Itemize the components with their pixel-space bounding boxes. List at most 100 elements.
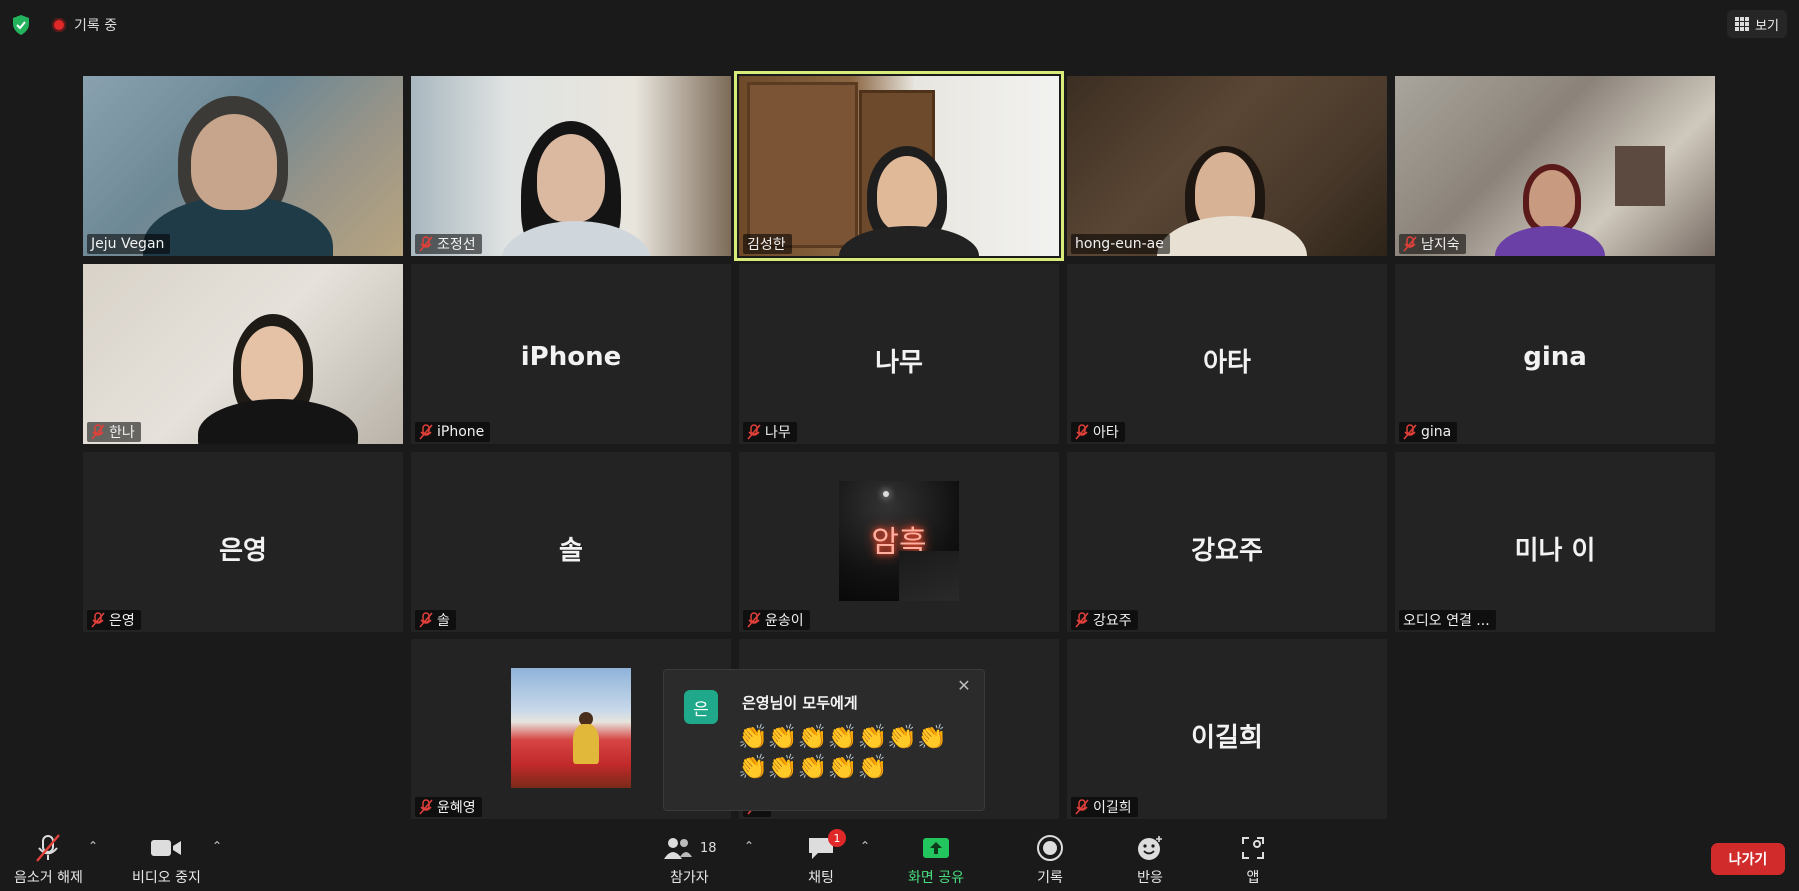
- mic-muted-icon: [747, 424, 761, 440]
- participant-name-tag: 조정선: [415, 234, 482, 254]
- record-button[interactable]: 기록: [1036, 833, 1064, 887]
- chat-message: 👏👏👏👏👏👏👏👏👏👏👏👏: [738, 723, 948, 781]
- record-label: 기록: [1037, 870, 1063, 886]
- participant-name-tag: iPhone: [415, 422, 491, 442]
- video-tile[interactable]: Jeju Vegan: [83, 76, 403, 256]
- participant-tile[interactable]: gina gina: [1395, 264, 1715, 444]
- participant-tile[interactable]: 암흑 윤송이: [739, 452, 1059, 632]
- mic-muted-icon: [91, 612, 105, 628]
- unread-badge: 1: [828, 829, 846, 847]
- participant-tile[interactable]: 은영 은영: [83, 452, 403, 632]
- sender-avatar: 은: [684, 690, 718, 724]
- view-button[interactable]: 보기: [1727, 10, 1787, 38]
- mic-muted-icon: [1075, 799, 1089, 815]
- apps-icon: [1240, 833, 1266, 863]
- meeting-toolbar: 음소거 해제 ⌃ 비디오 중지 ⌃ 18 참가자 ⌃ 1 채팅 ⌃ 화면 공유 …: [0, 821, 1799, 891]
- recording-indicator[interactable]: 기록 중: [52, 15, 117, 35]
- record-dot-icon: [52, 18, 66, 32]
- mic-muted-icon: [91, 424, 105, 440]
- participant-display-name: 아타: [1203, 348, 1251, 378]
- stop-video-button[interactable]: 비디오 중지: [132, 833, 201, 887]
- participant-name-tag: 한나: [87, 422, 141, 442]
- security-shield-icon[interactable]: [10, 14, 32, 36]
- close-icon[interactable]: ✕: [954, 676, 974, 696]
- participant-name-tag: 나무: [743, 422, 797, 442]
- chevron-up-icon[interactable]: ⌃: [860, 839, 870, 853]
- video-camera-icon: [149, 833, 183, 863]
- mic-muted-icon: [1075, 612, 1089, 628]
- participant-tile[interactable]: iPhone iPhone: [411, 264, 731, 444]
- mic-muted-icon: [1403, 236, 1417, 252]
- participant-name-tag: 아타: [1071, 422, 1125, 442]
- record-icon: [1036, 833, 1064, 863]
- mic-muted-icon: [419, 612, 433, 628]
- chat-label: 채팅: [808, 870, 834, 886]
- share-screen-button[interactable]: 화면 공유: [908, 833, 964, 887]
- chat-button[interactable]: 1 채팅: [806, 829, 846, 887]
- stop-video-label: 비디오 중지: [132, 870, 201, 886]
- participants-icon: 18: [662, 833, 717, 863]
- chevron-up-icon[interactable]: ⌃: [88, 839, 98, 853]
- participant-display-name: iPhone: [520, 342, 622, 372]
- share-screen-label: 화면 공유: [908, 870, 964, 886]
- mic-muted-icon: [1403, 424, 1417, 440]
- participant-tile[interactable]: 나무 나무: [739, 264, 1059, 444]
- participant-tile[interactable]: 이길희 이길희: [1067, 639, 1387, 819]
- participant-name-tag: 은영: [87, 610, 141, 630]
- mic-muted-icon: [419, 424, 433, 440]
- apps-button[interactable]: 앱: [1240, 833, 1266, 887]
- chat-sender-label: 은영님이 모두에게: [742, 694, 858, 712]
- participants-count: 18: [700, 840, 717, 856]
- mic-muted-icon: [33, 833, 63, 863]
- mic-muted-icon: [419, 799, 433, 815]
- reactions-label: 반응: [1137, 870, 1163, 886]
- participant-tile[interactable]: 미나 이 오디오 연결 ...: [1395, 452, 1715, 632]
- participant-name-tag: 강요주: [1071, 610, 1138, 630]
- apps-label: 앱: [1246, 870, 1260, 886]
- participant-name-tag: 김성한: [743, 234, 792, 254]
- participant-name-tag: 오디오 연결 ...: [1399, 610, 1496, 630]
- leave-button[interactable]: 나가기: [1711, 843, 1785, 875]
- participant-display-name: 솔: [559, 536, 583, 566]
- smiley-icon: [1136, 833, 1164, 863]
- participant-name-tag: 솔: [415, 610, 456, 630]
- video-tile[interactable]: hong-eun-ae: [1067, 76, 1387, 256]
- profile-picture: [511, 668, 631, 788]
- participant-name-tag: 윤혜영: [415, 797, 482, 817]
- participant-display-name: 강요주: [1191, 536, 1263, 566]
- participant-name-tag: 윤송이: [743, 610, 810, 630]
- participant-display-name: 이길희: [1191, 723, 1263, 753]
- chat-notification-popup[interactable]: 은 은영님이 모두에게 👏👏👏👏👏👏👏👏👏👏👏👏 ✕: [663, 669, 985, 811]
- video-tile-active-speaker[interactable]: 김성한: [734, 71, 1064, 261]
- chevron-up-icon[interactable]: ⌃: [212, 839, 222, 853]
- video-tile[interactable]: 조정선: [411, 76, 731, 256]
- unmute-label: 음소거 해제: [14, 870, 83, 886]
- chevron-up-icon[interactable]: ⌃: [744, 839, 754, 853]
- participants-label: 참가자: [669, 870, 709, 886]
- unmute-button[interactable]: 음소거 해제: [14, 833, 83, 887]
- recording-label: 기록 중: [74, 18, 118, 34]
- participant-tile[interactable]: 아타 아타: [1067, 264, 1387, 444]
- view-label: 보기: [1755, 18, 1779, 34]
- profile-picture: 암흑: [839, 481, 959, 601]
- participant-name-tag: 이길희: [1071, 797, 1138, 817]
- participant-tile[interactable]: 강요주 강요주: [1067, 452, 1387, 632]
- mic-muted-icon: [747, 612, 761, 628]
- top-bar: 기록 중 보기: [0, 0, 1799, 50]
- mic-muted-icon: [419, 236, 433, 252]
- chat-bubble-icon: 1: [806, 829, 846, 863]
- participant-display-name: 미나 이: [1514, 536, 1596, 566]
- participant-tile[interactable]: 솔 솔: [411, 452, 731, 632]
- video-tile[interactable]: 한나: [83, 264, 403, 444]
- participant-display-name: 은영: [219, 536, 267, 566]
- grid-view-icon: [1735, 17, 1750, 31]
- participant-name-tag: 남지숙: [1399, 234, 1466, 254]
- participant-display-name: gina: [1523, 342, 1587, 372]
- mic-muted-icon: [1075, 424, 1089, 440]
- video-tile[interactable]: 남지숙: [1395, 76, 1715, 256]
- reactions-button[interactable]: 반응: [1136, 833, 1164, 887]
- share-screen-icon: [921, 833, 951, 863]
- participant-name-tag: hong-eun-ae: [1071, 234, 1170, 254]
- participant-name-tag: Jeju Vegan: [87, 234, 171, 254]
- participants-button[interactable]: 18 참가자: [662, 833, 717, 887]
